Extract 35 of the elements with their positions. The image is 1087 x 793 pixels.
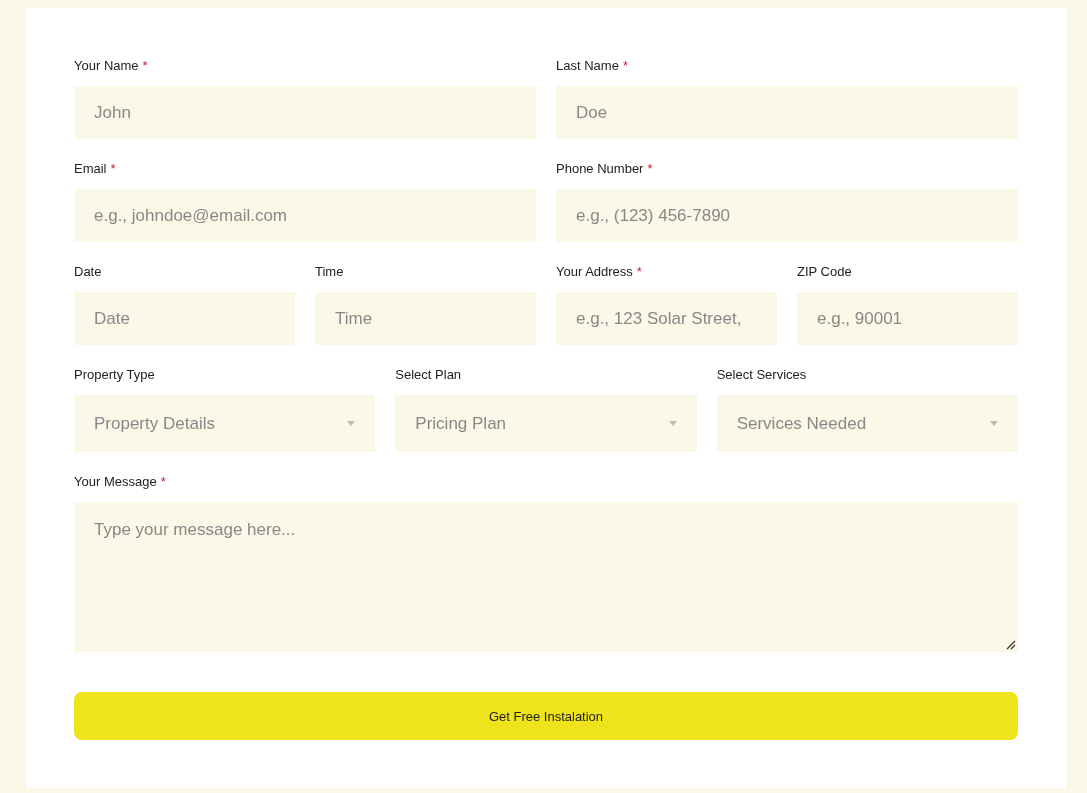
required-mark: * [622,58,628,73]
input-field[interactable]: Doe [556,86,1018,139]
required-mark: * [647,161,653,176]
field-label: Last Name [556,58,619,73]
field-label: Your Message [74,474,157,489]
field-label: Select Plan [395,367,462,382]
input-field[interactable]: e.g., 123 Solar Street, [556,292,777,345]
caret-icon [990,421,998,426]
required-mark: * [142,58,148,73]
field-label: ZIP Code [797,264,852,279]
field-label: Your Address [556,264,633,279]
required-mark: * [160,474,166,489]
field-label: Date [74,264,102,279]
caret-icon [347,421,356,426]
input-field[interactable]: e.g., johndoe@email.com [74,189,536,242]
field-label: Your Name [74,58,139,73]
input-field[interactable]: e.g., (123) 456-7890 [556,189,1018,242]
required-mark: * [110,161,116,176]
field-label: Time [315,264,344,279]
input-field[interactable]: Date [74,292,295,345]
input-field[interactable]: e.g., 90001 [797,292,1018,345]
resize-handle-icon[interactable] [1006,640,1016,650]
message-field[interactable]: Type your message here... [74,502,1018,652]
field-label: Phone Number [556,161,644,176]
select-dropdown[interactable]: Services Needed [716,395,1018,452]
input-field[interactable]: Time [315,292,536,345]
field-label: Select Services [716,367,807,382]
submit-button[interactable]: Get Free Instalation [74,692,1018,740]
field-label: Property Type [74,367,155,382]
select-dropdown[interactable]: Property Details [74,395,376,452]
input-field[interactable]: John [74,86,536,139]
field-label: Email [74,161,107,176]
select-dropdown[interactable]: Pricing Plan [395,395,697,452]
required-mark: * [636,264,642,279]
caret-icon [668,421,677,426]
